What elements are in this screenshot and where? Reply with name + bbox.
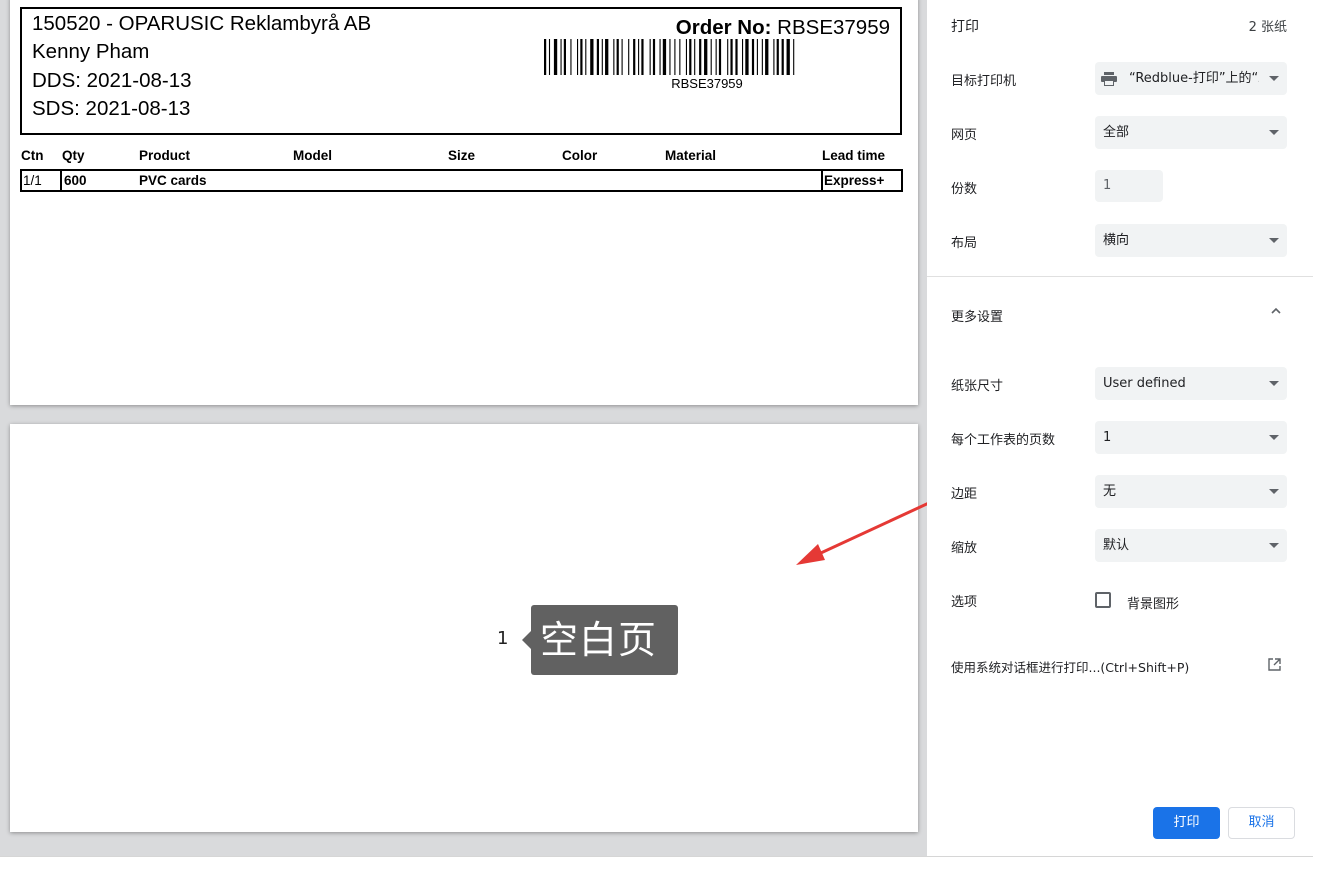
open-external-icon[interactable] <box>1268 658 1281 671</box>
chevron-down-icon <box>1269 238 1279 243</box>
cell-divider <box>60 171 62 190</box>
chevron-down-icon <box>1269 76 1279 81</box>
chevron-down-icon <box>1269 489 1279 494</box>
chevron-down-icon <box>1269 381 1279 386</box>
col-lead-time: Lead time <box>822 148 886 163</box>
destination-select[interactable]: “Redblue-打印”上的“ZD <box>1095 62 1287 95</box>
cell-divider <box>821 171 823 190</box>
layout-value: 横向 <box>1103 233 1130 248</box>
chevron-down-icon <box>1269 543 1279 548</box>
pages-label: 网页 <box>951 128 978 143</box>
preview-page-1: 150520 - OPARUSIC Reklambyrå AB Kenny Ph… <box>10 0 918 405</box>
background-graphics-label[interactable]: 背景图形 <box>1127 593 1179 612</box>
copies-input[interactable]: 1 <box>1095 170 1163 202</box>
print-dialog: 150520 - OPARUSIC Reklambyrå AB Kenny Ph… <box>0 0 1313 857</box>
col-size: Size <box>448 148 476 163</box>
cancel-button[interactable]: 取消 <box>1228 807 1295 839</box>
cell-ctn: 1/1 <box>23 173 42 188</box>
contact-name: Kenny Pham <box>32 40 150 63</box>
divider <box>927 276 1313 277</box>
sheet-count: 2 张纸 <box>1248 20 1287 35</box>
col-model: Model <box>293 148 332 163</box>
margins-value: 无 <box>1103 484 1117 499</box>
blank-page-label: 空白页 <box>522 605 678 675</box>
order-label: Order No: <box>675 16 772 39</box>
table-header: Ctn Qty Product Model Size Color Materia… <box>21 148 903 164</box>
dds-date: DDS: 2021-08-13 <box>32 69 192 92</box>
pages-value: 全部 <box>1103 125 1130 140</box>
chevron-up-icon[interactable] <box>1271 306 1281 316</box>
background-graphics-checkbox[interactable] <box>1095 592 1111 608</box>
more-settings-toggle[interactable]: 更多设置 <box>951 306 1003 325</box>
order-number: Order No: RBSE37959 <box>676 16 890 40</box>
col-color: Color <box>562 148 598 163</box>
pages-select[interactable]: 全部 <box>1095 116 1287 149</box>
cell-product: PVC cards <box>139 173 207 188</box>
scale-label: 缩放 <box>951 541 978 556</box>
col-qty: Qty <box>62 148 85 163</box>
barcode <box>544 39 795 75</box>
order-value: RBSE37959 <box>771 16 890 39</box>
col-ctn: Ctn <box>21 148 44 163</box>
print-settings-panel: 打印 2 张纸 目标打印机 “Redblue-打印”上的“ZD 网页 全部 份数… <box>927 0 1313 856</box>
page-number: 1 <box>497 628 509 649</box>
scale-value: 默认 <box>1103 538 1130 553</box>
cell-qty: 600 <box>64 173 87 188</box>
dialog-title: 打印 <box>951 19 979 35</box>
layout-label: 布局 <box>951 236 978 251</box>
chevron-down-icon <box>1269 130 1279 135</box>
chevron-down-icon <box>1269 435 1279 440</box>
print-button[interactable]: 打印 <box>1153 807 1220 839</box>
layout-select[interactable]: 横向 <box>1095 224 1287 257</box>
shipping-label-header: 150520 - OPARUSIC Reklambyrå AB Kenny Ph… <box>20 7 902 135</box>
barcode-text: RBSE37959 <box>671 76 743 91</box>
system-dialog-link[interactable]: 使用系统对话框进行打印...(Ctrl+Shift+P) <box>951 657 1189 676</box>
paper-size-value: User defined <box>1103 376 1186 391</box>
paper-size-select[interactable]: User defined <box>1095 367 1287 400</box>
pages-per-sheet-select[interactable]: 1 <box>1095 421 1287 454</box>
paper-size-label: 纸张尺寸 <box>951 379 1004 394</box>
pages-per-sheet-label: 每个工作表的页数 <box>951 433 1056 448</box>
margins-select[interactable]: 无 <box>1095 475 1287 508</box>
print-preview[interactable]: 150520 - OPARUSIC Reklambyrå AB Kenny Ph… <box>0 0 927 856</box>
scale-select[interactable]: 默认 <box>1095 529 1287 562</box>
pages-per-sheet-value: 1 <box>1103 430 1112 445</box>
cell-lead-time: Express+ <box>824 173 885 188</box>
customer-line: 150520 - OPARUSIC Reklambyrå AB <box>32 12 372 35</box>
printer-icon <box>1101 72 1117 86</box>
copies-label: 份数 <box>951 182 978 197</box>
col-material: Material <box>665 148 717 163</box>
table-row: 1/1 600 PVC cards Express+ <box>20 169 903 192</box>
destination-label: 目标打印机 <box>951 74 1017 89</box>
options-label: 选项 <box>951 595 978 610</box>
col-product: Product <box>139 148 191 163</box>
destination-value: “Redblue-打印”上的“ZD <box>1129 71 1259 86</box>
margins-label: 边距 <box>951 487 978 502</box>
sds-date: SDS: 2021-08-13 <box>32 97 191 120</box>
